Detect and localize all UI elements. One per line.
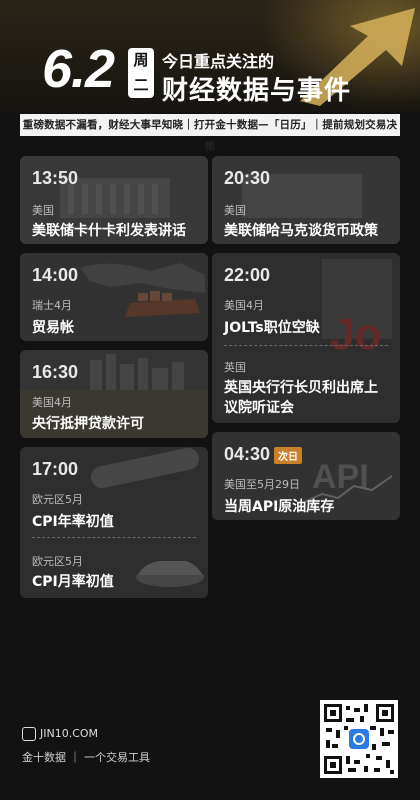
event-time: 20:30 [224, 168, 271, 188]
event-card-1700[interactable]: 17:00 欧元区5月 CPI年率初值 欧元区5月 CPI月率初值 [20, 447, 208, 598]
weekday-top: 周 [133, 51, 149, 69]
event-time: 17:00 [32, 459, 79, 479]
event-region: 美国4月 [32, 396, 72, 409]
event-title: 美联储卡什卡利发表讲话 [32, 223, 186, 239]
site-logo: JIN10.COM [22, 727, 98, 741]
date: 6.2 [42, 39, 115, 99]
event-title: 美联储哈马克谈货币政策 [224, 223, 378, 239]
event-title-line2: 议院听证会 [224, 400, 294, 416]
header-title: 财经数据与事件 [162, 76, 352, 106]
event-title: 央行抵押贷款许可 [32, 416, 144, 432]
event-card-1630[interactable]: 16:30 美国4月 央行抵押贷款许可 [20, 350, 208, 438]
svg-text:API: API [312, 458, 369, 496]
event-region: 欧元区5月 [32, 493, 83, 506]
event-region: 英国 [224, 361, 246, 374]
svg-text:Jo: Jo [330, 310, 381, 359]
event-region: 美国至5月29日 [224, 478, 300, 491]
next-day-badge: 次日 [274, 446, 303, 464]
event-card-2030[interactable]: 20:30 美国 美联储哈马克谈货币政策 [212, 156, 400, 244]
event-time: 22:00 [224, 265, 271, 285]
event-time: 13:50 [32, 168, 79, 188]
weekday-badge: 周 二 [128, 48, 154, 98]
header-subtitle: 今日重点关注的 [162, 52, 275, 71]
event-time: 16:30 [32, 362, 79, 382]
event-title-line1: 英国央行行长贝利出席上 [224, 380, 378, 396]
event-title: CPI月率初值 [32, 574, 114, 590]
event-title: JOLTs职位空缺 [224, 320, 320, 336]
event-card-1400[interactable]: 14:00 瑞士4月 贸易帐 [20, 253, 208, 341]
event-title: 当周API原油库存 [224, 499, 335, 515]
event-region: 美国 [32, 204, 54, 217]
event-title: CPI年率初值 [32, 514, 114, 530]
event-region: 美国4月 [224, 299, 264, 312]
tagline: 重磅数据不漏看，财经大事早知晓｜打开金十数据—「日历」｜提前规划交易决策 [20, 114, 400, 153]
card-divider [224, 345, 388, 346]
event-region: 欧元区5月 [32, 555, 83, 568]
event-time-text: 04:30 [224, 444, 271, 464]
event-region: 瑞士4月 [32, 299, 72, 312]
qr-code-icon [320, 700, 398, 778]
event-time: 04:30 次日 [224, 444, 303, 465]
event-title: 贸易帐 [32, 320, 74, 336]
header-banner: 6.2 周 二 今日重点关注的 财经数据与事件 [0, 0, 420, 112]
event-card-0430[interactable]: API 04:30 次日 美国至5月29日 当周API原油库存 [212, 432, 400, 520]
event-time: 14:00 [32, 265, 79, 285]
event-card-1350[interactable]: 13:50 美国 美联储卡什卡利发表讲话 [20, 156, 208, 244]
event-card-2200[interactable]: Jo 22:00 美国4月 JOLTs职位空缺 英国 英国央行行长贝利出席上 议… [212, 253, 400, 423]
weekday-bottom: 二 [133, 76, 149, 94]
card-divider [32, 537, 196, 538]
brand-slogan: 金十数据 ｜ 一个交易工具 [22, 751, 150, 764]
event-region: 美国 [224, 204, 246, 217]
jin10-logo-icon [22, 727, 36, 741]
site-url: JIN10.COM [40, 727, 99, 740]
qr-code[interactable] [320, 700, 398, 778]
